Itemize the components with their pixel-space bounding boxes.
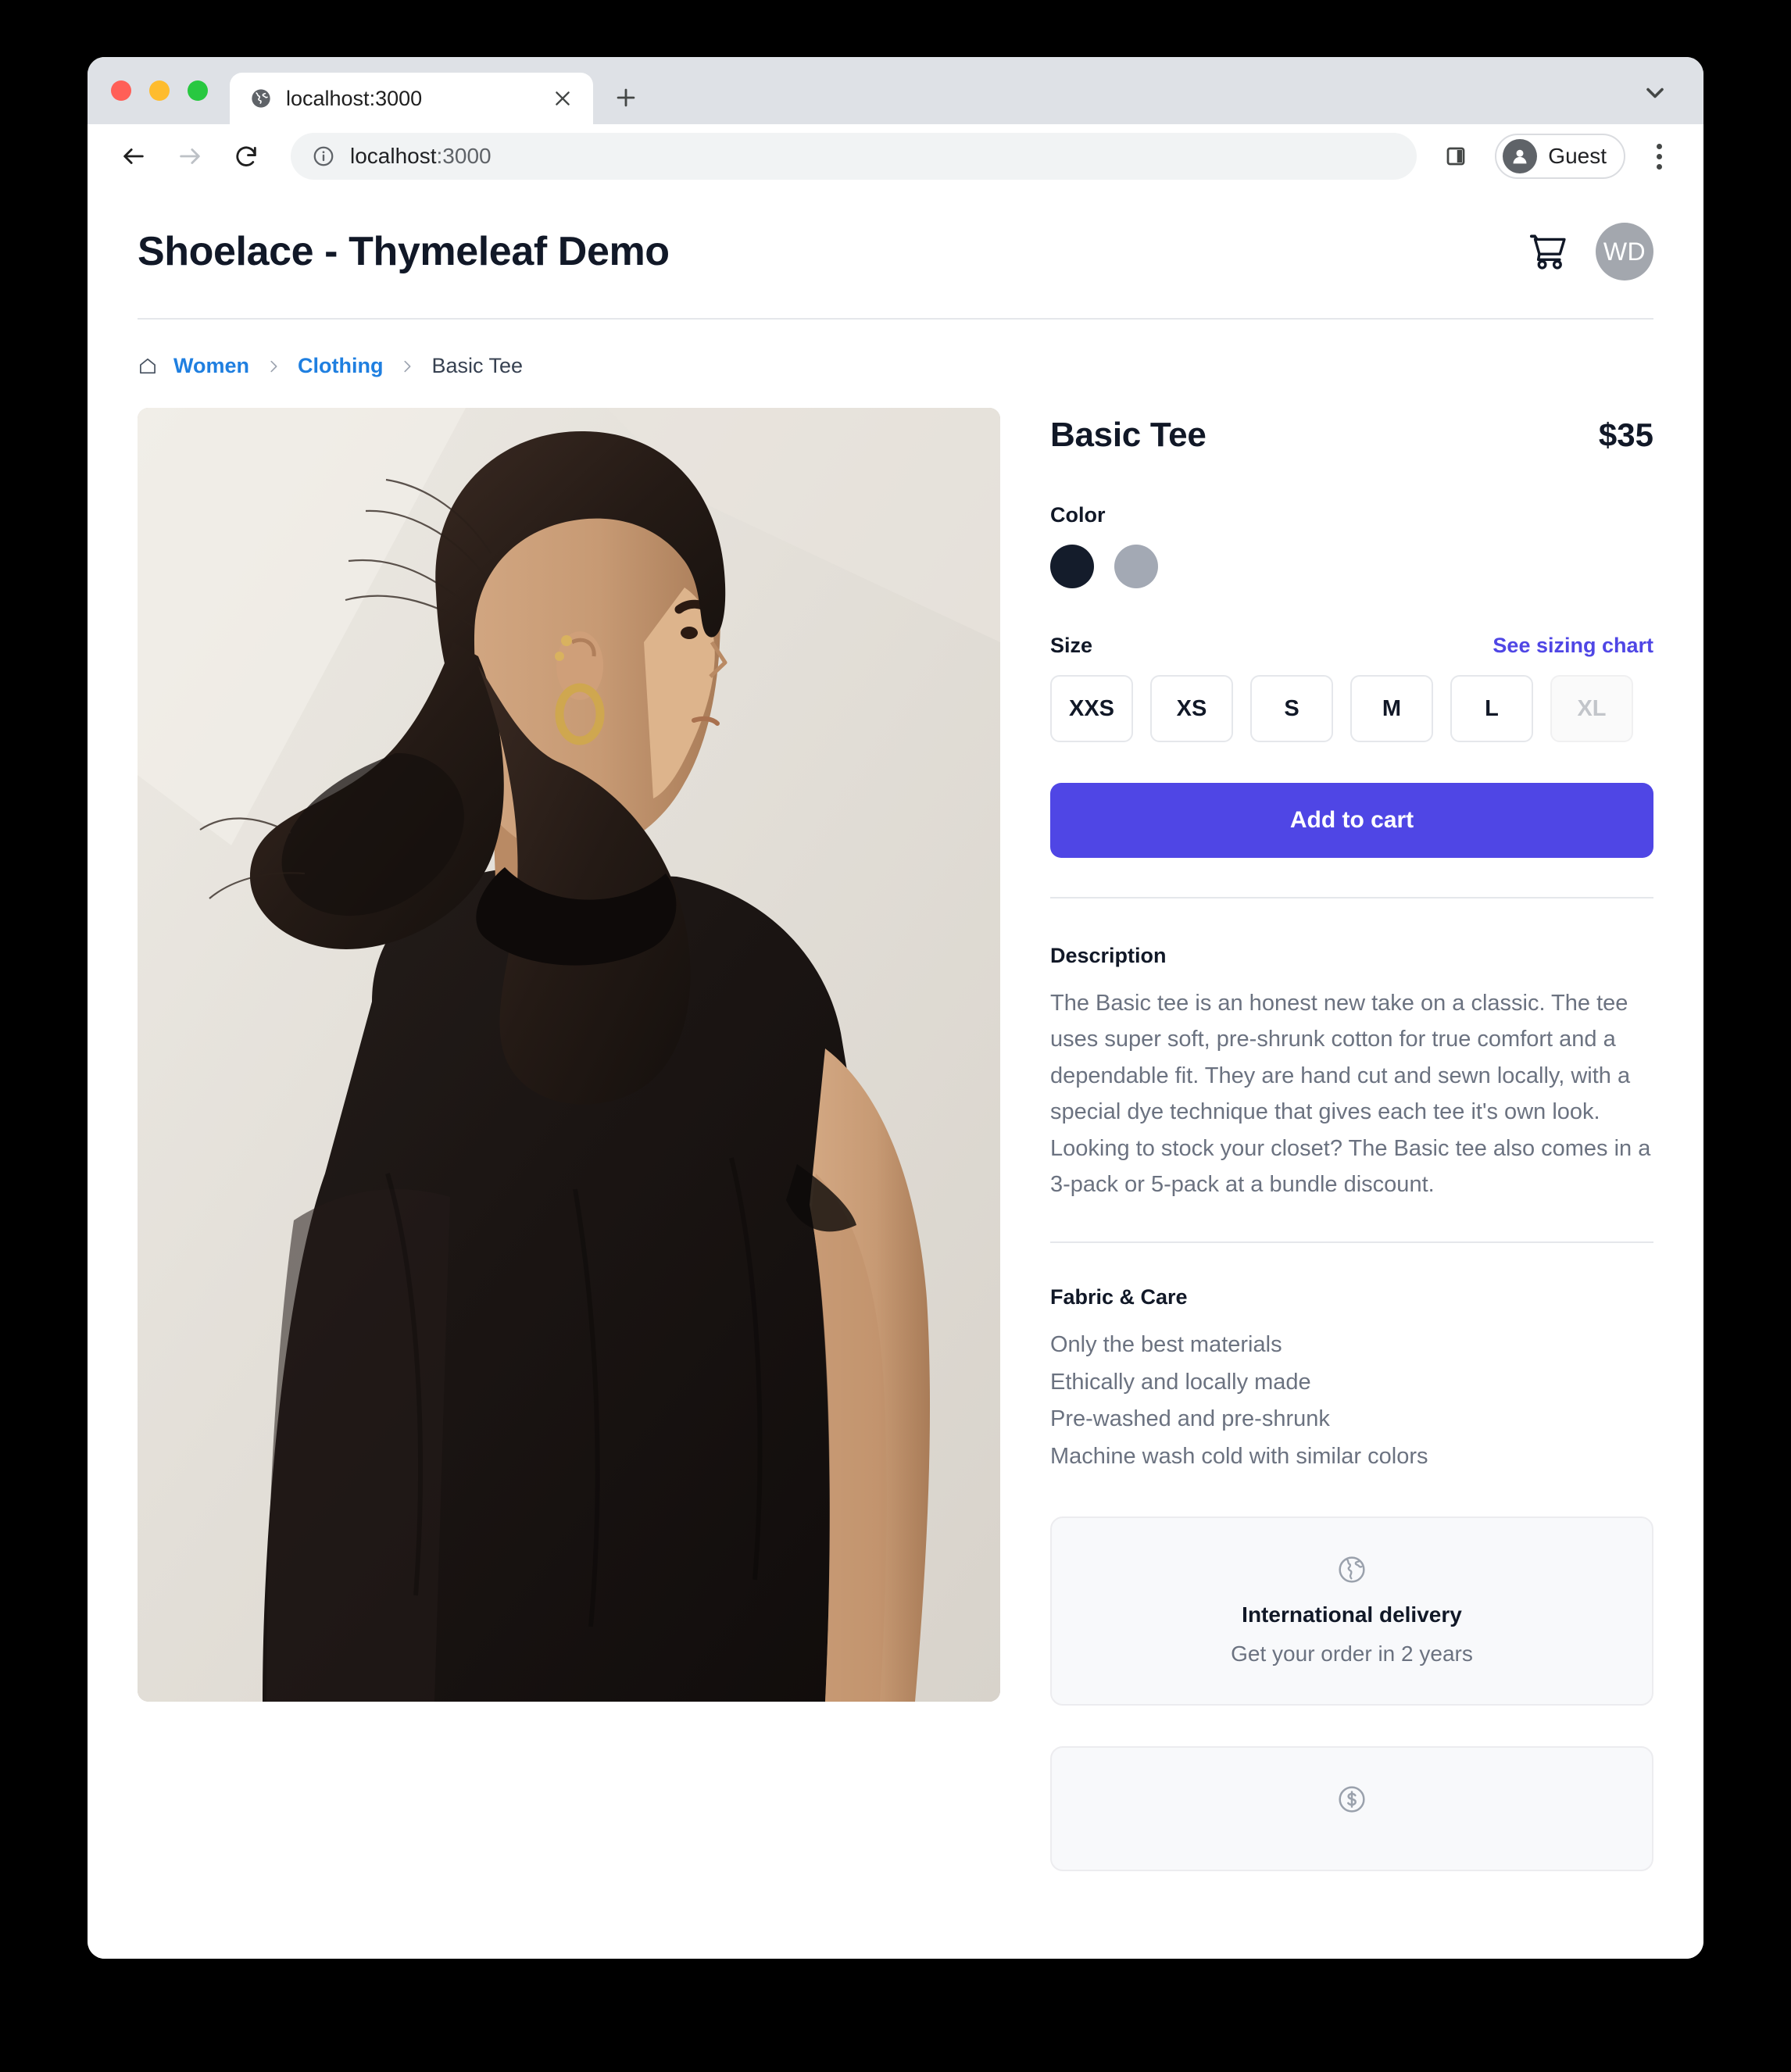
feature-card-international-delivery: International delivery Get your order in… (1050, 1516, 1653, 1706)
avatar[interactable]: WD (1596, 223, 1653, 280)
size-option-xxs[interactable]: XXS (1050, 675, 1133, 742)
fabric-care-item: Ethically and locally made (1050, 1369, 1311, 1395)
browser-tabstrip: localhost:3000 (88, 57, 1703, 124)
address-bar[interactable]: localhost:3000 (291, 133, 1417, 180)
browser-tab-title: localhost:3000 (286, 86, 423, 110)
breadcrumb-item-current: Basic Tee (431, 354, 524, 377)
person-icon (1503, 139, 1538, 173)
maximize-window-button[interactable] (188, 80, 208, 101)
fabric-care-item: Pre-washed and pre-shrunk (1050, 1406, 1330, 1432)
currency-dollar-icon (1075, 1784, 1628, 1815)
add-to-cart-button[interactable]: Add to cart (1050, 783, 1653, 858)
product-price: $35 (1598, 416, 1653, 453)
chevron-right-icon (265, 358, 282, 375)
page-content: Shoelace - Thymeleaf Demo WD Women Cloth… (88, 188, 1703, 1871)
description-heading: Description (1050, 944, 1167, 967)
description-body: The Basic tee is an honest new take on a… (1050, 985, 1653, 1202)
side-panel-icon[interactable] (1434, 134, 1478, 178)
browser-toolbar: localhost:3000 Guest (88, 124, 1703, 188)
header-actions: WD (1527, 223, 1653, 280)
product-grid: Basic Tee $35 Color Size See sizing char… (138, 408, 1653, 1871)
size-option-l[interactable]: L (1450, 675, 1533, 742)
color-swatch-list (1050, 545, 1653, 588)
size-option-list: XXS XS S M L XL (1050, 675, 1653, 742)
size-option-xs[interactable]: XS (1150, 675, 1233, 742)
size-selector: Size See sizing chart XXS XS S M L XL (1050, 634, 1653, 742)
url-port: :3000 (436, 144, 492, 168)
breadcrumb-item-clothing[interactable]: Clothing (298, 354, 383, 378)
feature-card-secondary (1050, 1745, 1653, 1871)
close-window-button[interactable] (111, 80, 131, 101)
shopping-cart-icon[interactable] (1527, 230, 1569, 273)
url-host: localhost (350, 144, 437, 168)
minimize-window-button[interactable] (149, 80, 170, 101)
globe-icon (1075, 1554, 1628, 1585)
feature-subtitle: Get your order in 2 years (1231, 1641, 1473, 1666)
forward-arrow-icon[interactable] (166, 132, 214, 180)
profile-button[interactable]: Guest (1495, 134, 1625, 179)
profile-label: Guest (1548, 144, 1607, 168)
address-bar-url: localhost:3000 (350, 144, 492, 169)
breadcrumb: Women Clothing Basic Tee (138, 320, 1653, 408)
chevron-right-icon (399, 358, 416, 375)
window-traffic-lights (111, 80, 208, 124)
new-tab-button[interactable] (604, 76, 648, 120)
color-label: Color (1050, 503, 1106, 527)
feature-title: International delivery (1242, 1602, 1462, 1627)
close-icon[interactable] (549, 85, 576, 112)
divider (1050, 897, 1653, 898)
breadcrumb-item-women[interactable]: Women (173, 354, 249, 378)
product-title-row: Basic Tee $35 (1050, 416, 1653, 455)
page-viewport: Shoelace - Thymeleaf Demo WD Women Cloth… (88, 188, 1703, 1959)
product-name: Basic Tee (1050, 416, 1207, 454)
fabric-care-item: Machine wash cold with similar colors (1050, 1443, 1428, 1469)
reload-icon[interactable] (222, 132, 270, 180)
fabric-care-list: Only the best materials Ethically and lo… (1050, 1327, 1653, 1475)
fabric-care-heading: Fabric & Care (1050, 1285, 1188, 1309)
globe-favicon-icon (250, 88, 272, 109)
divider (1050, 1241, 1653, 1244)
fabric-care-item: Only the best materials (1050, 1332, 1282, 1358)
info-circle-icon[interactable] (311, 144, 336, 169)
size-option-s[interactable]: S (1250, 675, 1333, 742)
product-image-column (138, 408, 1000, 1702)
page-title: Shoelace - Thymeleaf Demo (138, 229, 670, 274)
size-header: Size See sizing chart (1050, 634, 1653, 658)
color-swatch-black[interactable] (1050, 545, 1094, 588)
chevron-down-icon[interactable] (1641, 79, 1669, 107)
description-paragraph: Looking to stock your closet? The Basic … (1050, 1135, 1651, 1197)
site-header: Shoelace - Thymeleaf Demo WD (138, 188, 1653, 320)
fabric-care-section: Fabric & Care Only the best materials Et… (1050, 1285, 1653, 1475)
browser-window: localhost:3000 localhost:3000 Guest Shoe… (88, 57, 1703, 1959)
product-image (138, 408, 1000, 1702)
size-option-m[interactable]: M (1350, 675, 1433, 742)
description-section: Description The Basic tee is an honest n… (1050, 944, 1653, 1202)
color-selector: Color (1050, 503, 1653, 588)
description-paragraph: The Basic tee is an honest new take on a… (1050, 991, 1631, 1125)
color-swatch-gray[interactable] (1114, 545, 1158, 588)
sizing-chart-link[interactable]: See sizing chart (1492, 634, 1653, 658)
product-info-column: Basic Tee $35 Color Size See sizing char… (1050, 408, 1653, 1871)
back-arrow-icon[interactable] (109, 132, 158, 180)
kebab-menu-icon[interactable] (1639, 134, 1678, 178)
size-option-xl: XL (1550, 675, 1633, 742)
size-label: Size (1050, 634, 1093, 657)
home-icon[interactable] (138, 356, 158, 377)
browser-tab[interactable]: localhost:3000 (230, 73, 593, 124)
